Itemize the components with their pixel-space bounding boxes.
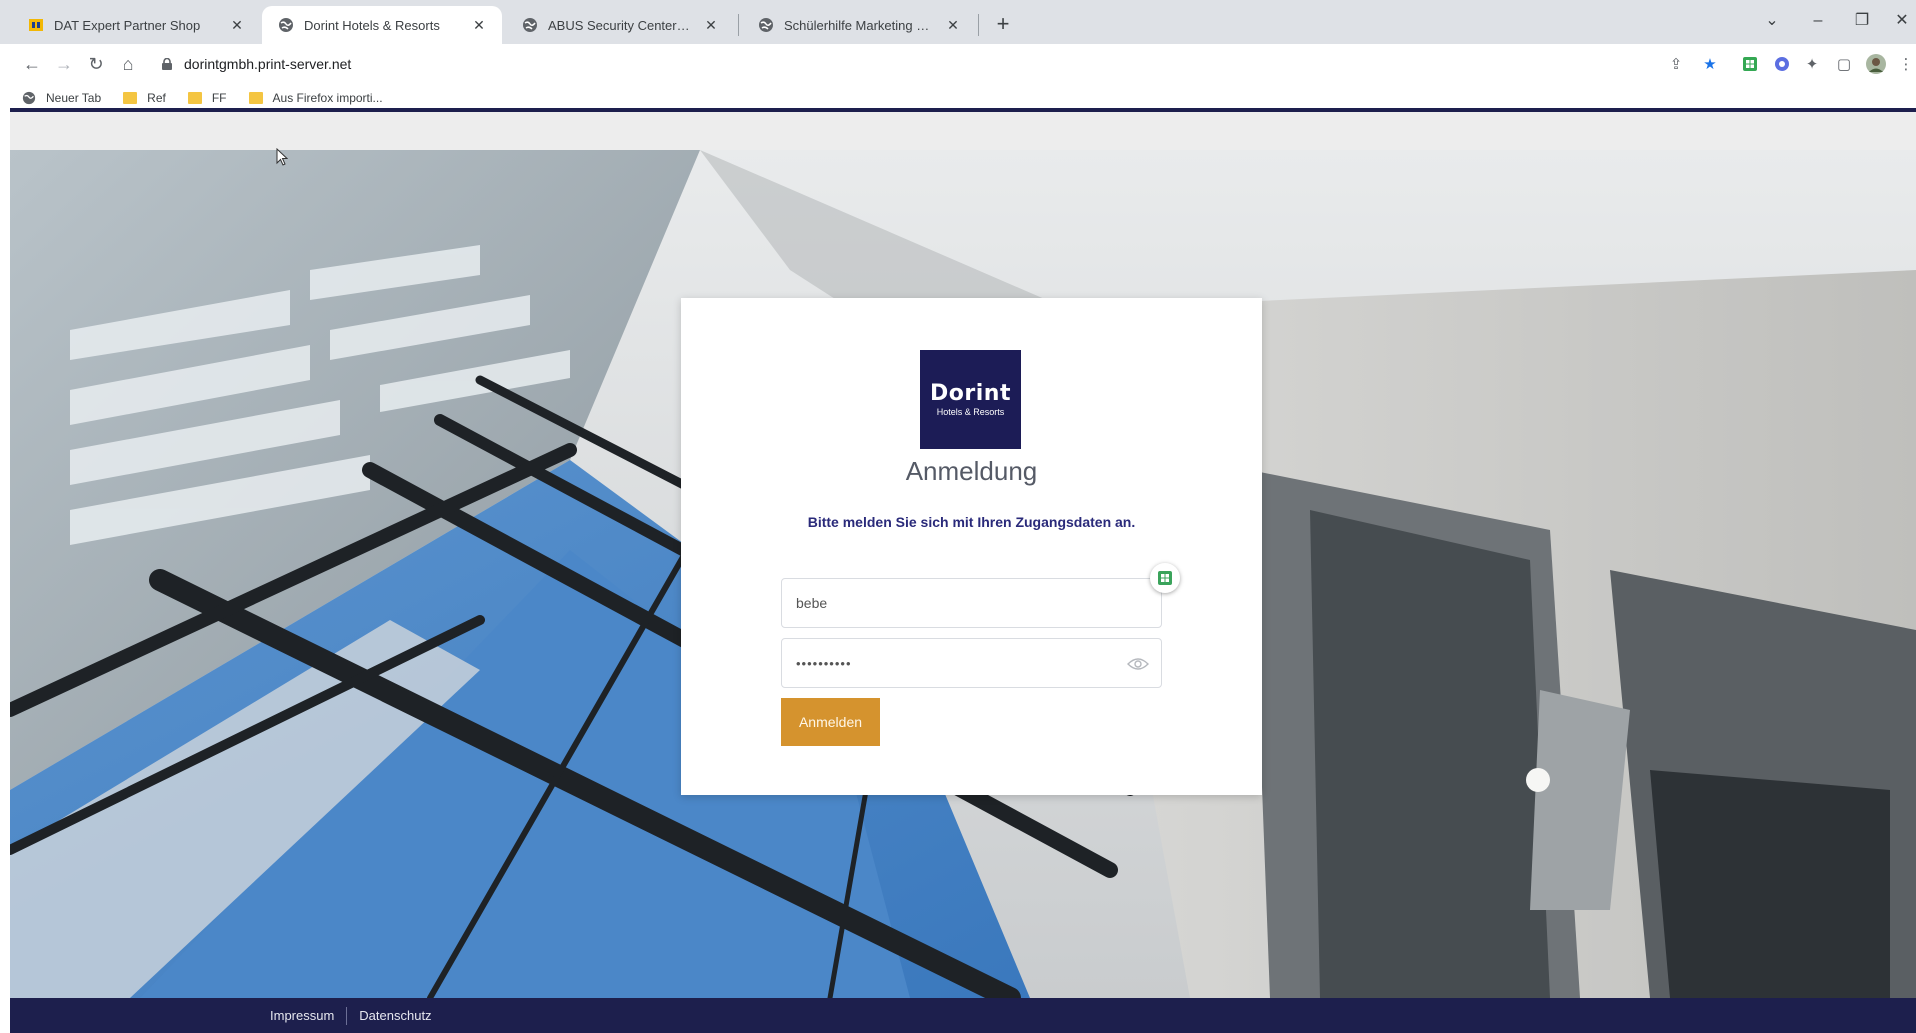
- eye-icon[interactable]: [1127, 656, 1149, 672]
- footer-link-impressum[interactable]: Impressum: [270, 1008, 334, 1023]
- password-manager-icon[interactable]: [1150, 563, 1180, 593]
- share-icon[interactable]: ⇪: [1664, 52, 1688, 76]
- page-header-band: [10, 112, 1916, 150]
- mouse-cursor-icon: [276, 148, 288, 166]
- close-icon[interactable]: ✕: [944, 16, 962, 34]
- login-submit-button[interactable]: Anmelden: [781, 698, 880, 746]
- dat-logo-icon: [28, 17, 44, 33]
- tab-abus[interactable]: ABUS Security CenterGmbH & ... ✕: [506, 6, 734, 44]
- home-icon[interactable]: ⌂: [114, 50, 142, 78]
- logo-brand: Dorint: [930, 380, 1011, 406]
- window-close-icon[interactable]: ✕: [1882, 6, 1916, 36]
- profile-avatar[interactable]: [1864, 52, 1888, 76]
- extension-circle-icon[interactable]: [1770, 52, 1794, 76]
- tab-title: ABUS Security CenterGmbH & ...: [548, 17, 694, 33]
- new-tab-button[interactable]: +: [988, 10, 1018, 40]
- tab-title: Dorint Hotels & Resorts: [304, 17, 440, 33]
- bookmark-folder-firefox-import[interactable]: Aus Firefox importi...: [248, 91, 383, 105]
- lock-icon: [162, 58, 172, 70]
- logo-subtitle: Hotels & Resorts: [936, 406, 1005, 417]
- minimize-icon[interactable]: –: [1798, 6, 1838, 36]
- folder-icon: [123, 92, 138, 104]
- footer-separator: [346, 1006, 348, 1025]
- reload-icon[interactable]: ↻: [82, 50, 110, 78]
- bookmark-label: Ref: [147, 91, 166, 105]
- username-input[interactable]: bebe: [781, 578, 1162, 628]
- globe-icon: [22, 91, 36, 105]
- browser-tab-strip: DAT Expert Partner Shop ✕ Dorint Hotels …: [0, 0, 1916, 44]
- bookmark-star-icon[interactable]: ★: [1698, 52, 1722, 76]
- tab-title: DAT Expert Partner Shop: [54, 17, 201, 33]
- address-bar[interactable]: dorintgmbh.print-server.net: [148, 50, 1668, 78]
- back-icon[interactable]: ←: [18, 50, 46, 78]
- bookmark-folder-ref[interactable]: Ref: [123, 91, 166, 105]
- username-value: bebe: [796, 595, 828, 611]
- bookmark-label: FF: [211, 91, 227, 105]
- close-icon[interactable]: ✕: [702, 16, 720, 34]
- page-footer: Impressum Datenschutz: [10, 998, 1916, 1033]
- folder-icon: [187, 92, 202, 104]
- login-card: Dorint Hotels & Resorts Anmeldung Bitte …: [681, 298, 1262, 795]
- footer-link-datenschutz[interactable]: Datenschutz: [359, 1008, 431, 1023]
- tab-separator: [738, 14, 739, 36]
- bookmark-folder-ff[interactable]: FF: [187, 91, 227, 105]
- password-value: ••••••••••: [796, 655, 852, 671]
- login-title: Anmeldung: [905, 456, 1038, 486]
- close-icon[interactable]: ✕: [228, 16, 246, 34]
- login-instructions: Bitte melden Sie sich mit Ihren Zugangsd…: [807, 514, 1136, 530]
- side-panel-icon[interactable]: ▢: [1832, 52, 1856, 76]
- tab-title: Schülerhilfe Marketing Center ...: [784, 17, 936, 33]
- browser-menu-icon[interactable]: ⋮: [1894, 52, 1916, 76]
- browser-toolbar: ← → ↻ ⌂ dorintgmbh.print-server.net ⇪ ★ …: [0, 44, 1916, 84]
- bookmark-label: Aus Firefox importi...: [272, 91, 383, 105]
- bookmark-label: Neuer Tab: [46, 91, 102, 105]
- forward-icon[interactable]: →: [50, 50, 78, 78]
- close-icon[interactable]: ✕: [470, 16, 488, 34]
- sheets-extension-icon[interactable]: [1738, 52, 1762, 76]
- tab-dorint[interactable]: Dorint Hotels & Resorts ✕: [262, 6, 502, 44]
- address-text: dorintgmbh.print-server.net: [184, 56, 352, 72]
- tab-dat-expert[interactable]: DAT Expert Partner Shop ✕: [12, 6, 260, 44]
- globe-icon: [522, 17, 538, 33]
- tab-search-icon[interactable]: ⌄: [1752, 6, 1792, 36]
- globe-icon: [278, 17, 294, 33]
- globe-icon: [758, 17, 774, 33]
- restore-icon[interactable]: ❐: [1842, 6, 1882, 36]
- tab-separator: [978, 14, 979, 36]
- folder-icon: [248, 92, 263, 104]
- tab-schuelerhilfe[interactable]: Schülerhilfe Marketing Center ... ✕: [742, 6, 976, 44]
- password-input[interactable]: ••••••••••: [781, 638, 1162, 688]
- bookmark-neuer-tab[interactable]: Neuer Tab: [22, 91, 101, 105]
- extensions-puzzle-icon[interactable]: ✦: [1800, 52, 1824, 76]
- dorint-logo: Dorint Hotels & Resorts: [920, 350, 1021, 449]
